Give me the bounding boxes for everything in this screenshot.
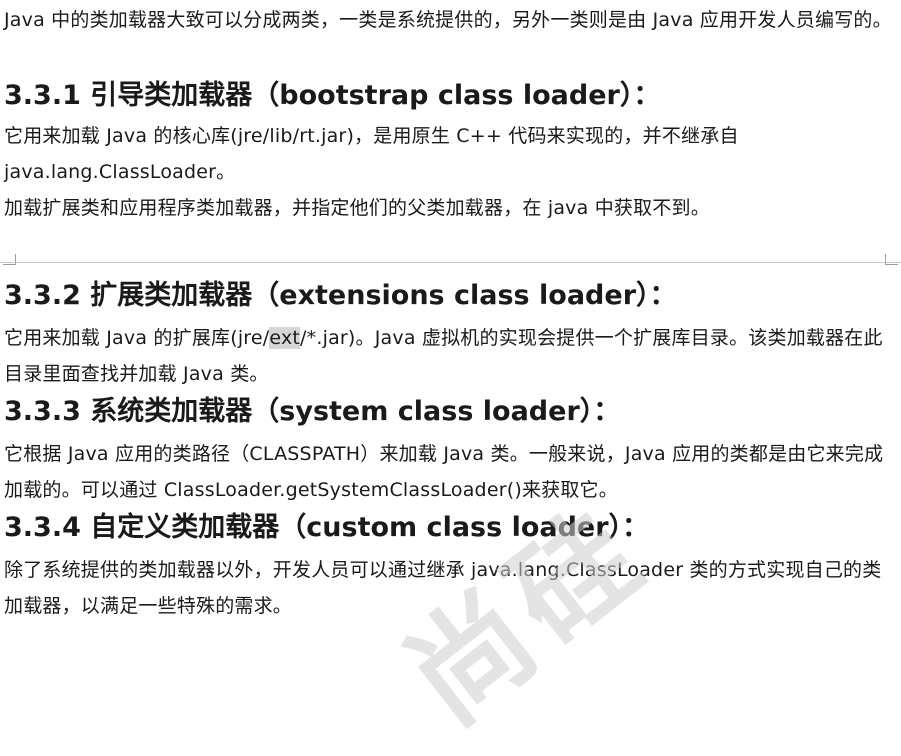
- heading-extensions-class-loader: 3.3.2 扩展类加载器（extensions class loader）：: [4, 280, 677, 311]
- heading-bootstrap-class-loader: 3.3.1 引导类加载器（bootstrap class loader）：: [4, 80, 661, 111]
- intro-paragraph: Java 中的类加载器大致可以分成两类，一类是系统提供的，另外一类则是由 Jav…: [4, 9, 892, 31]
- bootstrap-paragraph-1: 它用来加载 Java 的核心库(jre/lib/rt.jar)，是用原生 C++…: [4, 125, 739, 183]
- page-break-divider: [0, 262, 901, 263]
- extensions-paragraph: 它用来加载 Java 的扩展库(jre/ext/*.jar)。Java 虚拟机的…: [4, 320, 893, 392]
- heading-custom-class-loader: 3.3.4 自定义类加载器（custom class loader）：: [4, 512, 650, 543]
- extensions-text-start: 它用来加载 Java 的扩展库(jre/: [4, 327, 270, 349]
- page-corner-mark-right: [885, 254, 898, 265]
- bootstrap-paragraph-2: 加载扩展类和应用程序类加载器，并指定他们的父类加载器，在 java 中获取不到。: [4, 197, 710, 219]
- custom-paragraph: 除了系统提供的类加载器以外，开发人员可以通过继承 java.lang.Class…: [4, 559, 882, 617]
- text-selection-highlight[interactable]: ext: [269, 327, 301, 349]
- heading-system-class-loader: 3.3.3 系统类加载器（system class loader）：: [4, 396, 621, 427]
- page-corner-mark-left: [3, 254, 16, 265]
- system-paragraph: 它根据 Java 应用的类路径（CLASSPATH）来加载 Java 类。一般来…: [4, 443, 884, 501]
